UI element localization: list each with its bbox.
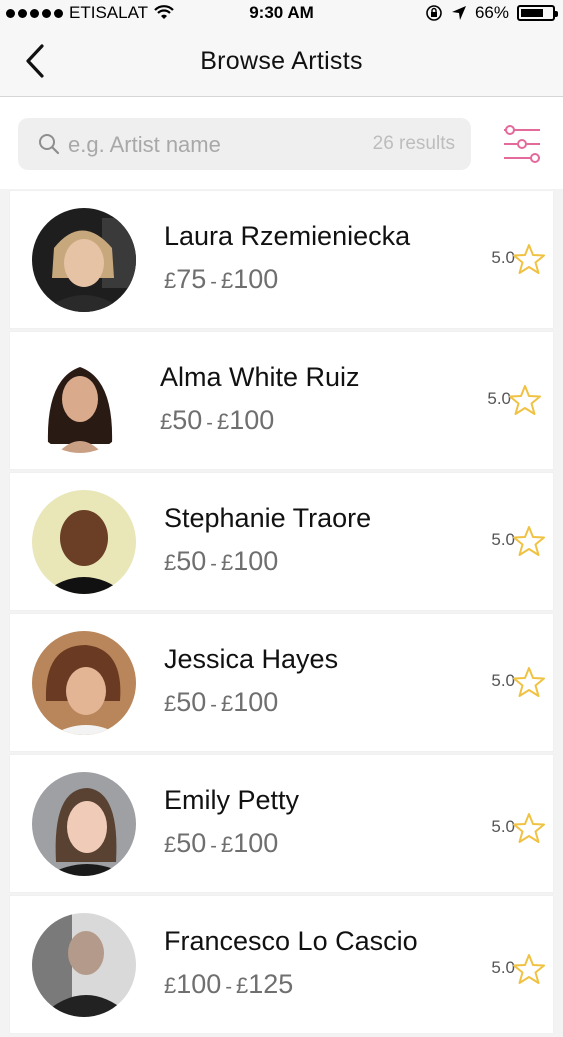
currency-symbol: £ [220, 691, 234, 716]
currency-symbol: £ [164, 832, 177, 857]
currency-symbol: £ [160, 409, 173, 434]
rating-value: 5.0 [491, 248, 515, 267]
status-right: 66% [425, 3, 558, 23]
currency-symbol: £ [220, 268, 234, 293]
search-area: 26 results [0, 97, 563, 189]
rating-value: 5.0 [491, 958, 515, 977]
currency-symbol: £ [164, 268, 177, 293]
star-icon[interactable] [509, 384, 541, 416]
battery-icon [517, 5, 558, 21]
star-icon[interactable] [513, 666, 545, 698]
status-bar: ETISALAT 9:30 AM 66% [0, 0, 563, 26]
star-icon[interactable] [513, 953, 545, 985]
artist-name: Emily Petty [164, 785, 300, 815]
price-min: 50 [176, 828, 207, 858]
artist-name: Jessica Hayes [164, 644, 339, 674]
price-min: 100 [176, 969, 222, 999]
price-max: 100 [233, 687, 279, 717]
price-range: £50- £100 [160, 405, 275, 435]
price-range: £50- £100 [164, 828, 279, 858]
artist-card[interactable]: Jessica Hayes £50- £100 5.0 [10, 614, 553, 751]
star-icon[interactable] [513, 525, 545, 557]
filter-button[interactable] [502, 123, 542, 165]
price-min: 50 [172, 405, 203, 435]
artist-list: Laura Rzemieniecka £75- £100 5.0 Alma Whi… [10, 191, 553, 1037]
avatar [32, 490, 136, 594]
search-box[interactable]: 26 results [18, 118, 471, 170]
rating-value: 5.0 [491, 530, 515, 549]
avatar [32, 208, 136, 312]
avatar [28, 349, 132, 453]
artist-name: Alma White Ruiz [160, 362, 360, 392]
price-min: 50 [176, 546, 207, 576]
price-min: 50 [176, 687, 207, 717]
artist-name: Francesco Lo Cascio [164, 926, 418, 956]
battery-percent: 66% [474, 3, 509, 22]
artist-card[interactable]: Emily Petty £50- £100 5.0 [10, 755, 553, 892]
location-arrow-icon [451, 6, 466, 20]
star-icon[interactable] [513, 812, 545, 844]
currency-symbol: £ [235, 973, 249, 998]
star-icon[interactable] [513, 243, 545, 275]
price-max: 125 [248, 969, 294, 999]
currency-symbol: £ [164, 973, 177, 998]
currency-symbol: £ [220, 832, 234, 857]
rotation-lock-icon [426, 5, 442, 21]
currency-symbol: £ [220, 550, 234, 575]
avatar [32, 631, 136, 735]
artist-name: Laura Rzemieniecka [164, 221, 411, 251]
currency-symbol: £ [164, 691, 177, 716]
avatar [32, 772, 136, 876]
navigation-bar: Browse Artists [0, 26, 563, 97]
search-input[interactable] [66, 130, 360, 160]
price-max: 100 [233, 828, 279, 858]
avatar [32, 913, 136, 1017]
price-max: 100 [233, 264, 279, 294]
artist-card[interactable]: Stephanie Traore £50- £100 5.0 [10, 473, 553, 610]
artist-card[interactable]: Alma White Ruiz £50- £100 5.0 [10, 332, 553, 469]
price-range: £50- £100 [164, 687, 279, 717]
price-range: £50- £100 [164, 546, 279, 576]
artist-card[interactable]: Francesco Lo Cascio £100- £125 5.0 [10, 896, 553, 1033]
rating-value: 5.0 [491, 817, 515, 836]
price-max: 100 [233, 546, 279, 576]
price-range: £75- £100 [164, 264, 279, 294]
price-range: £100- £125 [164, 969, 294, 999]
rating-value: 5.0 [491, 671, 515, 690]
currency-symbol: £ [164, 550, 177, 575]
price-max: 100 [229, 405, 275, 435]
artist-card[interactable]: Laura Rzemieniecka £75- £100 5.0 [10, 191, 553, 328]
price-min: 75 [176, 264, 207, 294]
rating-value: 5.0 [487, 389, 511, 408]
artist-name: Stephanie Traore [164, 503, 372, 533]
currency-symbol: £ [216, 409, 230, 434]
search-icon [39, 134, 60, 155]
page-title: Browse Artists [200, 47, 363, 75]
results-count: 26 results [372, 133, 455, 154]
sliders-icon [504, 125, 540, 163]
